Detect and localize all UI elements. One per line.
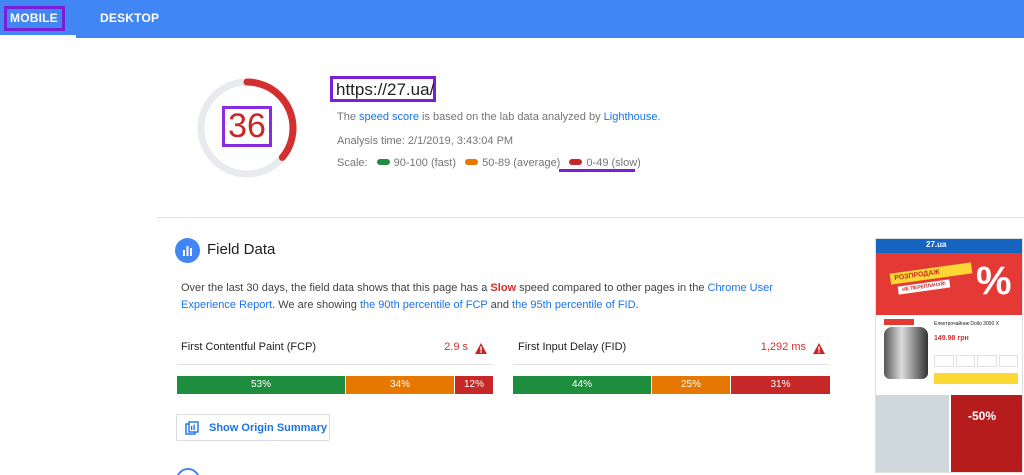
scale-average: 50-89 (average) [482,157,561,169]
fast-dot-icon [376,159,390,166]
fid-value: 1,292 ms [760,341,806,353]
tab-desktop-label: DESKTOP [100,11,160,25]
phone-countdown [934,355,1018,367]
phone-promo-tile [951,395,1022,472]
desc-text: . We are showing [272,299,360,311]
fid-average-segment: 25% [652,376,730,394]
info-text: is based on the lab data analyzed by [418,111,604,123]
speed-score-link[interactable]: speed score [359,111,419,123]
desc-text: . [635,299,639,311]
performance-score: 36 [228,107,266,145]
lighthouse-link[interactable]: Lighthouse [604,111,658,123]
tab-active-indicator [0,35,76,38]
next-section-icon [176,468,200,475]
info-text: The [337,111,360,123]
phone-category-tile [876,395,949,472]
phone-product-name: Електрочайник Dollo 3000 X [934,321,999,327]
fcp-percentile-link[interactable]: the 90th percentile of FCP [360,299,488,311]
field-data-title: Field Data [207,241,276,258]
fcp-slow-segment: 12% [455,376,493,394]
warning-icon [813,343,825,354]
average-dot-icon [465,159,479,166]
phone-logo: 27.ua [926,240,947,249]
origin-summary-icon [185,421,199,435]
phone-percent-sign: % [976,259,1012,303]
desc-text: and [487,299,513,311]
fid-percentile-link[interactable]: the 95th percentile of FID [512,299,636,311]
speed-score-info: The speed score is based on the lab data… [337,111,661,123]
analysis-time: Analysis time: 2/1/2019, 3:43:04 PM [337,135,514,147]
tab-mobile-highlight [4,6,65,31]
show-origin-summary-button[interactable]: Show Origin Summary [176,414,330,441]
origin-summary-label: Show Origin Summary [209,422,327,434]
info-text: . [657,111,661,123]
slow-label: Slow [490,282,517,294]
phone-promo-label: -50% [968,409,997,423]
bar-chart-icon [175,238,200,263]
phone-product-card: Електрочайник Dollo 3000 X 149.98 грн [876,315,1022,395]
fid-slow-segment: 31% [731,376,830,394]
fid-fast-segment: 44% [513,376,651,394]
fcp-label: First Contentful Paint (FCP) [181,341,317,353]
phone-product-tag [884,319,914,325]
device-tab-bar: MOBILE DESKTOP [0,0,1024,38]
desc-text: speed compared to other pages in the [516,282,708,294]
warning-icon [475,343,487,354]
fcp-fast-segment: 53% [177,376,345,394]
scale-slow: 0-49 (slow) [586,157,641,169]
metric-divider [513,364,830,365]
fcp-average-segment: 34% [346,376,454,394]
tab-mobile[interactable]: MOBILE [0,0,76,38]
phone-header: 27.ua [876,239,1022,253]
field-data-description: Over the last 30 days, the field data sh… [181,280,821,314]
section-divider [157,217,1024,218]
scale-label: Scale: [337,157,368,169]
slow-highlight-underline [559,169,635,172]
score-scale: Scale: 90-100 (fast) 50-89 (average) 0-4… [337,157,641,169]
fid-label: First Input Delay (FID) [518,341,627,353]
kettle-image [884,327,928,379]
scale-fast: 90-100 (fast) [393,157,457,169]
phone-buy-button [934,373,1018,384]
mobile-screenshot: 27.ua РОЗПРОДАЖ НЕ ПЕРЕПЛАЧУЙ! % Електро… [875,238,1023,473]
analyzed-url: https://27.ua/ [336,80,435,99]
slow-dot-icon [569,159,583,166]
metric-divider [177,364,493,365]
phone-product-price: 149.98 грн [934,335,969,342]
tab-desktop[interactable]: DESKTOP [100,0,159,38]
fcp-value: 2.9 s [444,341,468,353]
desc-text: Over the last 30 days, the field data sh… [181,282,491,294]
